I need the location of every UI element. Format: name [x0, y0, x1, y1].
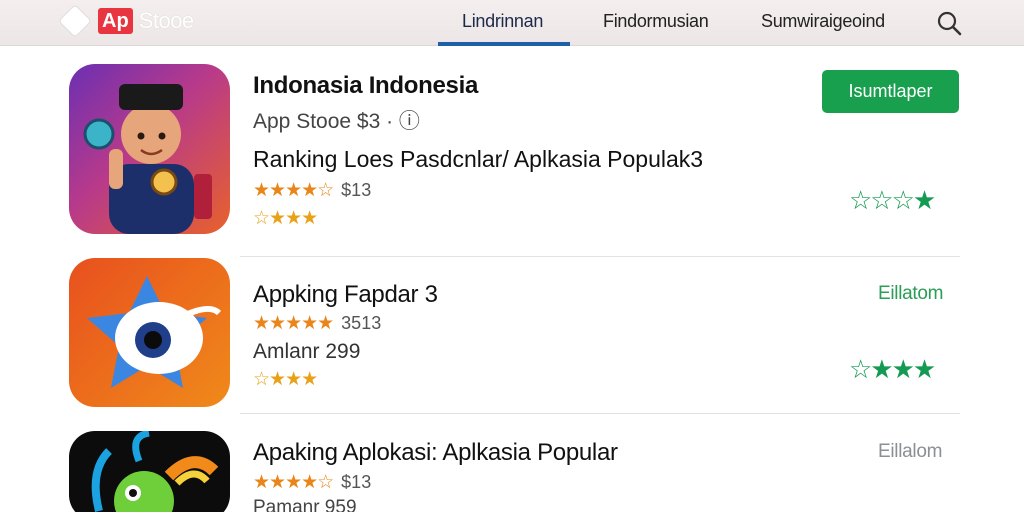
rating: ★★★★☆ $13: [253, 179, 371, 202]
rating: ★★★★★ 3513: [253, 312, 381, 335]
tab-lindrinnan[interactable]: Lindrinnan: [462, 11, 543, 32]
app-title[interactable]: Appking Fapdar 3: [253, 281, 438, 309]
rating: ★★★★☆ $13: [253, 471, 371, 494]
app-title[interactable]: Apaking Aplokasi: Aplkasia Popular: [253, 439, 618, 467]
user-rating-stars[interactable]: ☆★★★: [849, 354, 936, 385]
active-tab-indicator: [438, 42, 570, 46]
logo-badge: Ap: [98, 8, 133, 34]
app-description: Amlanr 299: [253, 340, 361, 363]
install-button[interactable]: Isumtlaper: [822, 70, 959, 113]
app-store-logo[interactable]: Ap Stooe: [59, 5, 195, 37]
row-divider: [240, 413, 960, 414]
app-description: Ranking Loes Pasdcnlar/ Aplkasia Populak…: [253, 146, 704, 172]
rating-value: $13: [341, 472, 372, 492]
rating-stars: ★★★★☆: [253, 472, 334, 493]
rating-stars: ★★★★☆: [253, 180, 334, 201]
diamond-logo-icon: [59, 5, 91, 37]
tab-sumwiraigeoind[interactable]: Sumwiraigeoind: [761, 11, 885, 32]
secondary-rating-stars: ☆★★★: [253, 369, 318, 390]
app-title[interactable]: Indonasia Indonesia: [253, 72, 478, 100]
rating-value: $13: [341, 180, 372, 200]
secondary-rating-stars: ☆★★★: [253, 208, 318, 229]
eye-star-icon: [87, 276, 222, 388]
user-rating-stars[interactable]: ☆☆☆★: [849, 185, 936, 216]
app-action-link[interactable]: Eillalom: [878, 441, 942, 463]
app-description: Pamanr 959: [253, 497, 357, 512]
app-subtitle: App Stooe $3 · ⓘ: [253, 110, 420, 133]
top-navigation-bar: Ap Stooe Lindrinnan Findormusian Sumwira…: [0, 0, 1024, 46]
app-icon-eye-star[interactable]: [69, 258, 230, 407]
logo-text: Stooe: [138, 8, 195, 33]
boy-character-icon: [83, 84, 212, 234]
app-action-link[interactable]: Eillatom: [878, 283, 943, 305]
search-icon[interactable]: [934, 8, 964, 38]
rating-value: 3513: [341, 313, 382, 333]
row-divider: [240, 256, 960, 257]
tab-findormusian[interactable]: Findormusian: [603, 11, 709, 32]
rating-stars: ★★★★★: [253, 313, 334, 334]
app-icon-green-creature[interactable]: [69, 431, 230, 512]
app-icon-boy-character[interactable]: [69, 64, 230, 234]
green-creature-icon: [91, 431, 219, 512]
